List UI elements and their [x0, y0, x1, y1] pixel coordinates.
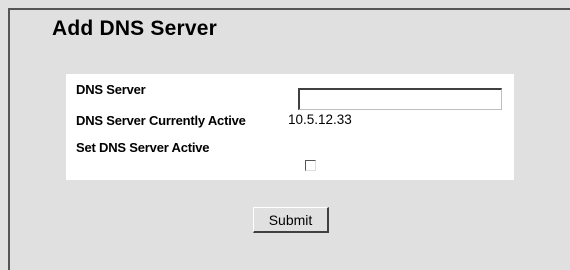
currently-active-value: 10.5.12.33 [288, 112, 352, 127]
dns-server-row: DNS Server [76, 76, 146, 102]
currently-active-row: DNS Server Currently Active [76, 107, 246, 133]
dns-form: DNS Server DNS Server Currently Active 1… [66, 74, 514, 180]
currently-active-label: DNS Server Currently Active [76, 112, 246, 128]
submit-button[interactable]: Submit [253, 207, 329, 233]
page-title: Add DNS Server [52, 17, 218, 40]
dns-server-input[interactable] [298, 88, 502, 110]
set-active-checkbox[interactable] [305, 160, 316, 171]
set-active-label: Set DNS Server Active [76, 139, 210, 155]
set-active-row: Set DNS Server Active [76, 134, 210, 160]
dns-server-label: DNS Server [76, 81, 146, 97]
